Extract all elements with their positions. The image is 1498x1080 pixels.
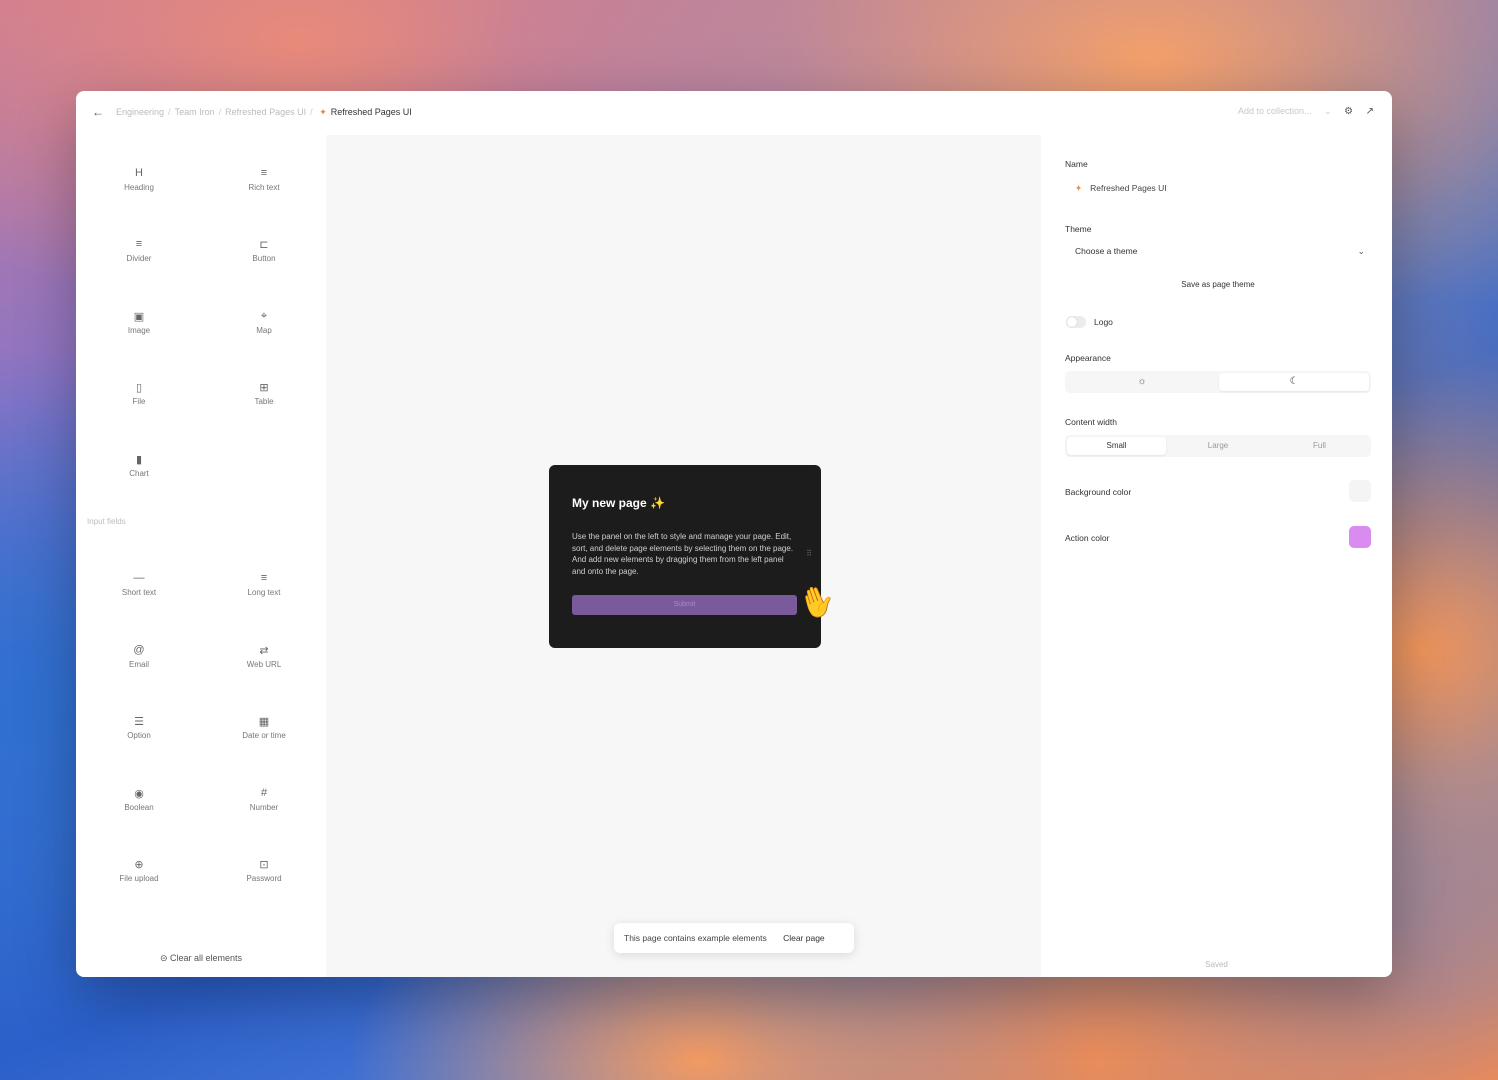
chevron-down-icon[interactable]: ⌄	[1324, 106, 1332, 116]
element-tile-web-url[interactable]: ⇄ Web URL	[202, 622, 326, 682]
page-preview-body[interactable]: Use the panel on the left to style and m…	[572, 531, 796, 577]
chevron-down-icon: ⌄	[1357, 246, 1365, 256]
table-icon: ⊞	[259, 382, 269, 394]
element-tile-chart[interactable]: ▮ Chart	[77, 431, 201, 491]
rich-text-icon: ≡	[260, 167, 268, 179]
long-text-icon: ≡	[260, 572, 268, 584]
background-color-swatch[interactable]	[1349, 480, 1371, 502]
logo-label: Logo	[1094, 317, 1113, 327]
clear-page-button[interactable]: Clear page	[783, 933, 825, 943]
element-tile-file[interactable]: ▯ File	[77, 359, 201, 419]
theme-select[interactable]: Choose a theme ⌄	[1065, 238, 1371, 264]
breadcrumb: Engineering / Team Iron / Refreshed Pages UI…	[116, 107, 412, 117]
example-elements-toast: This page contains example elements Clea…	[614, 923, 854, 953]
element-tile-long-text[interactable]: ≡ Long text	[202, 550, 326, 610]
page-preview-submit-button[interactable]: Submit	[572, 595, 797, 615]
element-tile-boolean[interactable]: ◉ Boolean	[77, 765, 201, 825]
sparkles-icon: ✨	[650, 496, 665, 510]
element-tile-number[interactable]: # Number	[202, 765, 326, 825]
lock-icon: ⊡	[259, 859, 269, 871]
button-icon: ⊏	[259, 239, 269, 251]
divider-icon: ≡	[135, 238, 143, 250]
link-icon: ⇄	[259, 645, 269, 657]
element-tile-date-or-time[interactable]: ▦ Date or time	[202, 693, 326, 753]
app-window: ← Engineering / Team Iron / Refreshed Pages …	[76, 91, 1392, 977]
element-tile-email[interactable]: @ Email	[77, 622, 201, 682]
open-external-icon[interactable]: ↗	[1366, 106, 1374, 117]
settings-panel: Name ✦ Refreshed Pages UI Theme Choose a …	[1041, 135, 1392, 977]
toast-message: This page contains example elements	[624, 933, 767, 943]
element-tile-button[interactable]: ⊏ Button	[202, 216, 326, 276]
drag-handle-icon[interactable]: ⠿	[806, 549, 812, 558]
clear-all-elements-button[interactable]: ⊝ Clear all elements	[76, 953, 326, 964]
name-label: Name	[1065, 159, 1088, 169]
short-text-icon: —	[133, 572, 145, 584]
action-color-label: Action color	[1065, 533, 1110, 543]
element-tile-file-upload[interactable]: ⊕ File upload	[77, 836, 201, 896]
action-color-swatch[interactable]	[1349, 526, 1371, 548]
clear-icon: ⊝	[159, 953, 168, 963]
boolean-icon: ◉	[134, 788, 144, 800]
element-tile-option[interactable]: ☰ Option	[77, 693, 201, 753]
hand-cursor-icon: ✋	[794, 580, 841, 625]
file-icon: ▯	[135, 382, 143, 394]
back-arrow-icon[interactable]: ←	[92, 105, 104, 119]
chart-icon: ▮	[135, 454, 143, 466]
content-width-large[interactable]: Large	[1168, 437, 1268, 455]
sparkle-icon: ✦	[1075, 183, 1083, 193]
page-preview-card[interactable]: My new page ✨ Use the panel on the left …	[549, 465, 841, 648]
input-fields-section-label: Input fields	[87, 517, 126, 526]
light-mode-sun-icon[interactable]: ☼	[1067, 373, 1217, 391]
logo-toggle[interactable]	[1066, 316, 1086, 328]
element-tile-password[interactable]: ⊡ Password	[202, 836, 326, 896]
element-tile-heading[interactable]: H Heading	[77, 145, 201, 205]
name-field[interactable]: ✦ Refreshed Pages UI	[1075, 183, 1167, 194]
header-actions: Add to collection... ⌄ ⚙ ↗	[1228, 106, 1374, 117]
background-color-label: Background color	[1065, 487, 1132, 497]
content-width-small[interactable]: Small	[1067, 437, 1166, 455]
element-tile-table[interactable]: ⊞ Table	[202, 359, 326, 419]
option-list-icon: ☰	[134, 716, 144, 728]
element-tile-short-text[interactable]: — Short text	[77, 550, 201, 610]
hash-icon: #	[260, 787, 268, 799]
appearance-toggle: ☼ ☾	[1065, 371, 1371, 393]
element-tile-rich-text[interactable]: ≡ Rich text	[202, 145, 326, 205]
appearance-label: Appearance	[1065, 353, 1111, 363]
save-as-page-theme-button[interactable]: Save as page theme	[1065, 280, 1371, 289]
content-width-toggle: Small Large Full	[1065, 435, 1371, 457]
element-tile-map[interactable]: ⌖ Map	[202, 288, 326, 348]
top-bar: ← Engineering / Team Iron / Refreshed Pages …	[76, 91, 1392, 135]
element-tile-image[interactable]: ▣ Image	[77, 288, 201, 348]
image-icon: ▣	[133, 311, 145, 323]
dark-mode-moon-icon[interactable]: ☾	[1219, 373, 1369, 391]
breadcrumb-current: Refreshed Pages UI	[330, 107, 412, 117]
breadcrumb-item[interactable]: Engineering	[116, 107, 164, 117]
heading-icon: H	[135, 167, 143, 179]
calendar-icon: ▦	[258, 716, 270, 728]
theme-label: Theme	[1065, 224, 1092, 234]
page-canvas: My new page ✨ Use the panel on the left …	[326, 135, 1041, 977]
element-tile-divider[interactable]: ≡ Divider	[77, 216, 201, 276]
elements-panel: H Heading ≡ Rich text ≡ Divider ⊏ Button ▣ Im…	[76, 135, 326, 977]
content-width-label: Content width	[1065, 417, 1117, 427]
add-to-collection-button[interactable]: Add to collection...	[1238, 106, 1312, 116]
settings-icon[interactable]: ⚙	[1344, 106, 1353, 117]
content-width-full[interactable]: Full	[1270, 437, 1369, 455]
upload-icon: ⊕	[134, 859, 144, 871]
sparkle-icon: ✦	[319, 107, 327, 117]
at-sign-icon: @	[133, 644, 145, 656]
breadcrumb-item[interactable]: Refreshed Pages UI	[225, 107, 306, 117]
saved-status: Saved	[1205, 960, 1228, 969]
page-preview-title[interactable]: My new page ✨	[572, 496, 665, 510]
map-pin-icon: ⌖	[260, 310, 268, 322]
breadcrumb-item[interactable]: Team Iron	[175, 107, 215, 117]
